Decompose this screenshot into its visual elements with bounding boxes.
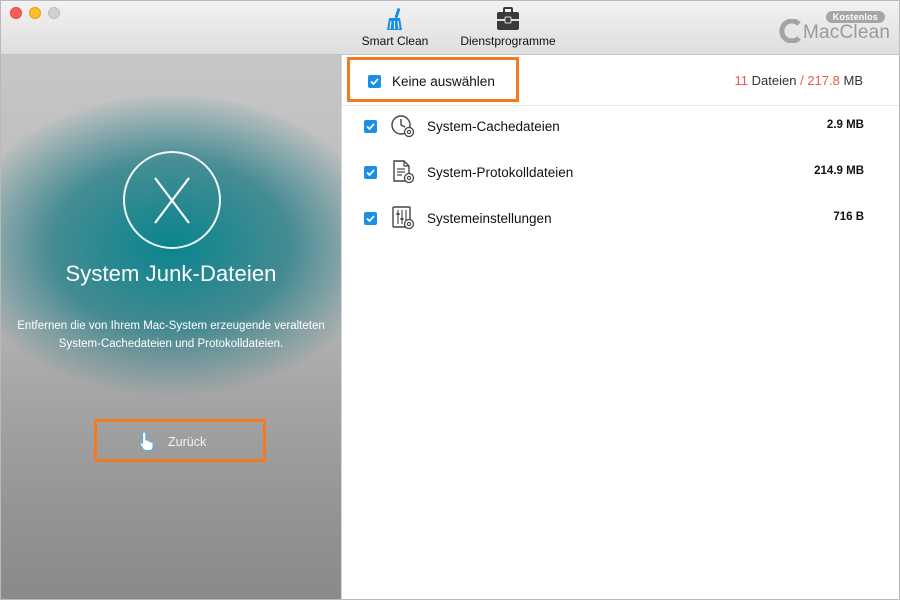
- item-checkbox[interactable]: [364, 212, 377, 225]
- category-description: Entfernen die von Ihrem Mac-System erzeu…: [17, 320, 325, 350]
- macclean-window: Smart Clean Dienstprogramme Kostenlos Ma…: [0, 0, 900, 600]
- category-panel: System Junk-Dateien Entfernen die von Ih…: [1, 55, 341, 599]
- back-label: Zurück: [168, 435, 207, 449]
- back-button[interactable]: Zurück: [94, 419, 266, 462]
- macclean-c-icon: [779, 19, 801, 43]
- item-size: 2.9 MB: [826, 119, 864, 131]
- file-list-panel: Keine auswählen 11 Dateien / 217.8 MB Sy…: [341, 55, 899, 599]
- summary-separator: /: [800, 73, 804, 88]
- list-item[interactable]: System-Protokolldateien 214.9 MB: [342, 154, 899, 194]
- list-item[interactable]: Systemeinstellungen 716 B: [342, 200, 899, 240]
- select-none-label: Keine auswählen: [392, 74, 495, 89]
- osx-x-icon: [123, 151, 221, 249]
- brand-logo: Kostenlos MacClean: [779, 11, 891, 47]
- item-name: Systemeinstellungen: [427, 211, 552, 226]
- item-name: System-Protokolldateien: [427, 165, 574, 180]
- total-size-unit: MB: [843, 73, 864, 88]
- utilities-tab[interactable]: Dienstprogramme: [456, 7, 560, 51]
- item-name: System-Cachedateien: [427, 119, 560, 134]
- utilities-label: Dienstprogramme: [460, 34, 556, 48]
- selection-summary: 11 Dateien / 217.8 MB: [735, 73, 863, 88]
- broom-icon: [387, 8, 402, 30]
- item-checkbox[interactable]: [364, 166, 377, 179]
- window-minimize-button[interactable]: [29, 7, 41, 19]
- brand-name: MacClean: [803, 22, 891, 43]
- smart-clean-tab[interactable]: Smart Clean: [357, 7, 433, 51]
- log-file-icon: [393, 160, 415, 184]
- item-checkbox[interactable]: [364, 120, 377, 133]
- smart-clean-label: Smart Clean: [361, 34, 429, 48]
- select-none-toggle[interactable]: Keine auswählen: [347, 57, 519, 102]
- list-divider: [342, 105, 899, 106]
- select-all-checkbox[interactable]: [368, 75, 381, 88]
- toolbox-icon: [497, 7, 519, 30]
- list-item[interactable]: System-Cachedateien 2.9 MB: [342, 108, 899, 148]
- item-size: 214.9 MB: [814, 165, 864, 177]
- settings-sliders-icon: [392, 206, 415, 230]
- window-zoom-button[interactable]: [48, 7, 60, 19]
- category-title: System Junk-Dateien: [65, 261, 277, 286]
- cache-clock-icon: [391, 115, 415, 138]
- window-close-button[interactable]: [10, 7, 22, 19]
- files-word: Dateien: [751, 73, 797, 88]
- file-count: 11: [734, 73, 749, 88]
- pointer-hand-icon: [139, 431, 154, 451]
- toolbar: Smart Clean Dienstprogramme Kostenlos Ma…: [1, 1, 899, 55]
- total-size: 217.8: [807, 73, 840, 88]
- item-size: 716 B: [833, 211, 864, 223]
